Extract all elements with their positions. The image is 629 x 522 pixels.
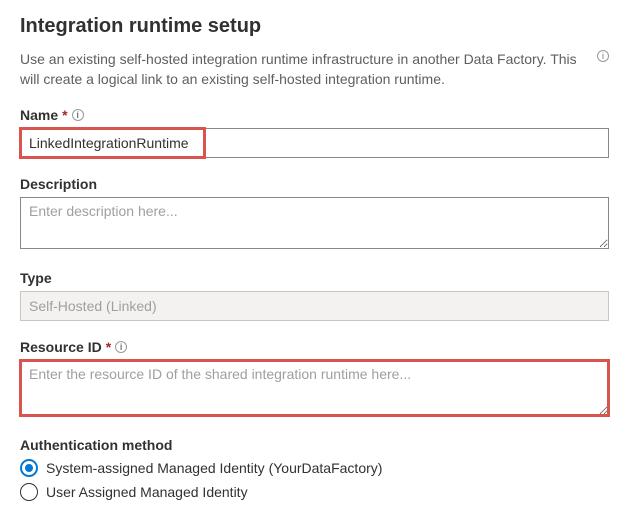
resource-id-label-text: Resource ID: [20, 339, 102, 355]
auth-label: Authentication method: [20, 437, 609, 453]
description-label-text: Description: [20, 176, 97, 192]
field-auth-method: Authentication method System-assigned Ma…: [20, 437, 609, 501]
info-icon[interactable]: i: [115, 341, 127, 353]
field-type: Type: [20, 270, 609, 321]
description-input[interactable]: [20, 197, 609, 249]
radio-circle-icon: [20, 459, 38, 477]
type-input: [20, 291, 609, 321]
name-input[interactable]: [20, 128, 609, 158]
radio-user-assigned[interactable]: User Assigned Managed Identity: [20, 483, 609, 501]
type-label: Type: [20, 270, 609, 286]
description-label: Description: [20, 176, 609, 192]
radio-label: System-assigned Managed Identity (YourDa…: [46, 460, 382, 476]
intro-text: Use an existing self-hosted integration …: [20, 50, 589, 89]
info-icon[interactable]: i: [72, 109, 84, 121]
radio-circle-icon: [20, 483, 38, 501]
field-resource-id: Resource ID * i: [20, 339, 609, 419]
field-name: Name * i: [20, 107, 609, 158]
resource-id-label: Resource ID * i: [20, 339, 609, 355]
type-label-text: Type: [20, 270, 52, 286]
required-asterisk: *: [106, 339, 111, 355]
name-label-text: Name: [20, 107, 58, 123]
field-description: Description: [20, 176, 609, 252]
radio-system-assigned[interactable]: System-assigned Managed Identity (YourDa…: [20, 459, 609, 477]
radio-label: User Assigned Managed Identity: [46, 484, 248, 500]
auth-label-text: Authentication method: [20, 437, 172, 453]
required-asterisk: *: [62, 107, 67, 123]
info-icon[interactable]: i: [597, 50, 609, 62]
page-title: Integration runtime setup: [20, 15, 609, 38]
name-label: Name * i: [20, 107, 609, 123]
resource-id-input[interactable]: [20, 360, 609, 416]
